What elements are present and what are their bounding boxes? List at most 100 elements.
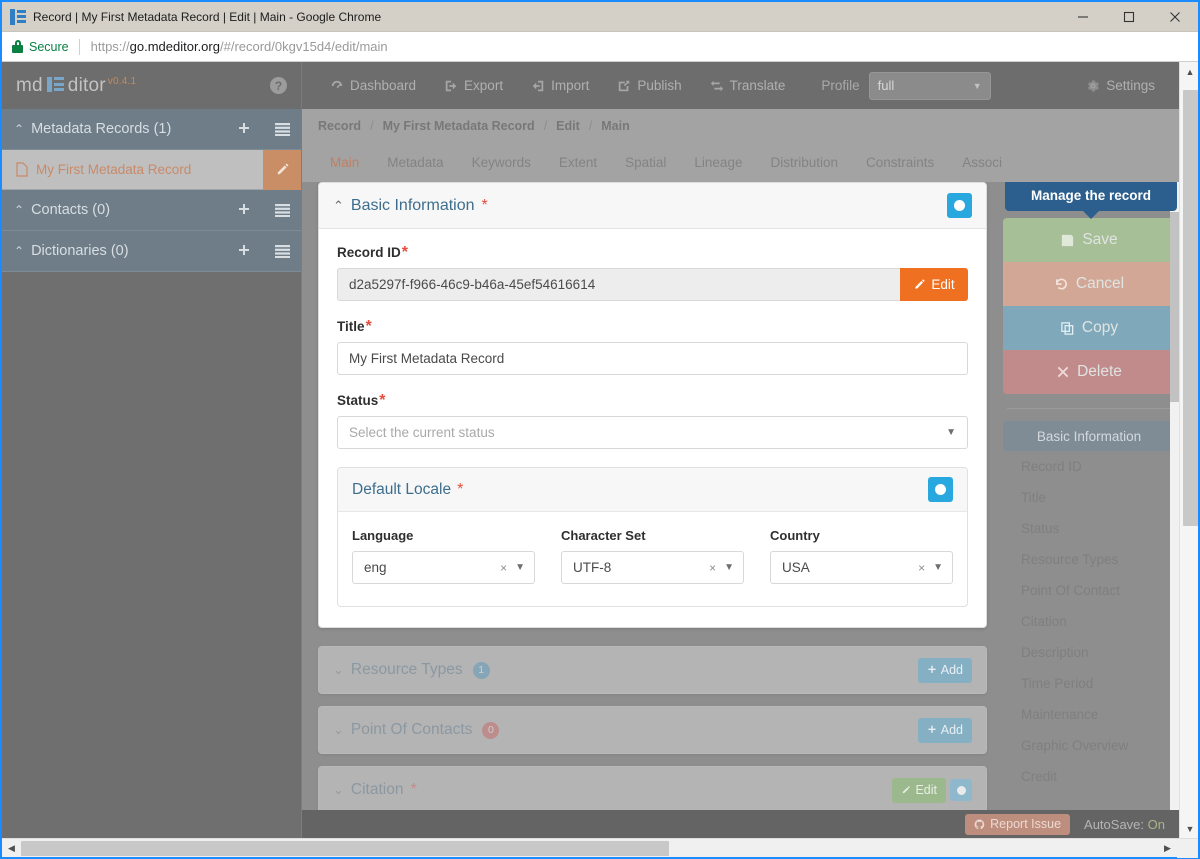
profile-select[interactable]: full ▼ [868,71,991,100]
section-title: ⌄ Point Of Contacts 0 [333,721,500,739]
language-select[interactable]: eng × ▼ [352,551,535,584]
sidebar-group-dictionaries[interactable]: ⌃ Dictionaries (0) [2,231,301,272]
vertical-scrollbar-thumb[interactable] [1183,90,1198,526]
tab-associated[interactable]: Associ [948,155,1016,170]
x-icon[interactable]: × [918,561,933,575]
basic-information-header[interactable]: ⌃ Basic Information * [319,183,986,229]
menu-item-settings[interactable]: Settings [1072,78,1169,93]
menu-item-export[interactable]: Export [430,78,517,93]
scroll-down-arrow[interactable]: ▼ [1180,819,1198,838]
minimize-button[interactable] [1060,2,1106,32]
url-text[interactable]: https://go.mdeditor.org/#/record/0kgv15d… [91,39,388,54]
tab-distribution[interactable]: Distribution [756,155,852,170]
edit-citation-button[interactable]: Edit [892,777,946,803]
horizontal-scrollbar-thumb[interactable] [21,841,669,856]
security-label: Secure [29,39,69,54]
copy-button[interactable]: Copy [1003,306,1175,350]
tab-keywords[interactable]: Keywords [458,155,545,170]
country-select[interactable]: USA × ▼ [770,551,953,584]
nav-item-description[interactable]: Description [1003,637,1175,668]
menu-item-label: Translate [729,78,786,93]
chevron-down-icon[interactable]: ⌄ [333,662,344,678]
nav-item-credit[interactable]: Credit [1003,761,1175,792]
sidebar-group-label: Dictionaries (0) [31,243,129,259]
breadcrumb-item[interactable]: Record [318,119,361,133]
plus-icon[interactable] [225,190,263,231]
plus-icon[interactable] [225,231,263,272]
sidebar-group-metadata-records[interactable]: ⌃ Metadata Records (1) [2,109,301,150]
nav-item-record-id[interactable]: Record ID [1003,451,1175,482]
chevron-down-icon[interactable]: ⌄ [333,722,344,738]
address-bar[interactable]: Secure https://go.mdeditor.org/#/record/… [2,32,1198,62]
breadcrumb-item[interactable]: Main [601,119,629,133]
radio-toggle-icon[interactable] [950,779,972,801]
tab-main[interactable]: Main [316,155,373,170]
menu-item-import[interactable]: Import [517,78,603,93]
x-icon[interactable]: × [709,561,724,575]
tab-extent[interactable]: Extent [545,155,611,170]
close-button[interactable] [1152,2,1198,32]
scroll-up-arrow[interactable]: ▲ [1180,62,1198,81]
chevron-down-icon[interactable]: ⌄ [333,782,344,798]
inner-scrollbar-thumb[interactable] [1170,212,1179,402]
subpanel-title: Default Locale * [352,481,463,499]
scroll-right-arrow[interactable]: ▶ [1158,843,1177,854]
sidebar-group-contacts[interactable]: ⌃ Contacts (0) [2,190,301,231]
breadcrumb-item[interactable]: Edit [556,119,580,133]
add-point-of-contact-button[interactable]: Add [917,717,972,743]
nav-item-title[interactable]: Title [1003,482,1175,513]
section-citation[interactable]: ⌄ Citation * Edit [318,766,987,810]
plus-icon[interactable] [225,109,263,150]
chevron-up-icon[interactable]: ⌃ [333,198,344,214]
country-field-group: Country USA × ▼ [770,528,953,584]
x-icon[interactable]: × [500,561,515,575]
cancel-button[interactable]: Cancel [1003,262,1175,306]
list-icon[interactable] [263,231,301,272]
charset-select[interactable]: UTF-8 × ▼ [561,551,744,584]
title-input[interactable]: My First Metadata Record [337,342,968,375]
edit-button-label: Edit [931,277,955,292]
nav-item-graphic-overview[interactable]: Graphic Overview [1003,730,1175,761]
section-resource-types[interactable]: ⌄ Resource Types 1 Add [318,646,987,694]
nav-item-time-period[interactable]: Time Period [1003,668,1175,699]
section-title-label: Resource Types [350,661,463,678]
list-icon[interactable] [263,109,301,150]
nav-item-point-of-contact[interactable]: Point Of Contact [1003,575,1175,606]
inner-scrollbar[interactable] [1170,182,1179,810]
list-icon[interactable] [263,190,301,231]
page-vertical-scrollbar[interactable]: ▲ ▼ [1179,62,1198,838]
menu-item-translate[interactable]: Translate [696,78,800,93]
radio-toggle-icon[interactable] [947,193,972,218]
tab-spatial[interactable]: Spatial [611,155,680,170]
page-horizontal-scrollbar[interactable]: ◀ ▶ [2,838,1198,858]
nav-item-resource-types[interactable]: Resource Types [1003,544,1175,575]
nav-item-status[interactable]: Status [1003,513,1175,544]
question-mark-icon[interactable]: ? [270,77,287,94]
menu-item-dashboard[interactable]: Dashboard [316,78,430,93]
record-manage-column: Manage the record Save Cancel Copy Delet… [1003,182,1179,810]
nav-item-citation[interactable]: Citation [1003,606,1175,637]
tab-lineage[interactable]: Lineage [680,155,756,170]
radio-toggle-icon[interactable] [928,477,953,502]
tab-constraints[interactable]: Constraints [852,155,948,170]
status-select[interactable]: Select the current status ▼ [337,416,968,449]
maximize-button[interactable] [1106,2,1152,32]
default-locale-header[interactable]: Default Locale * [338,468,967,512]
record-id-edit-button[interactable]: Edit [900,268,968,301]
sidebar-record-item[interactable]: My First Metadata Record [2,149,301,190]
section-point-of-contacts[interactable]: ⌄ Point Of Contacts 0 Add [318,706,987,754]
report-issue-button[interactable]: Report Issue [965,813,1071,835]
tab-metadata[interactable]: Metadata [373,155,457,170]
language-field-group: Language eng × ▼ [352,528,535,584]
breadcrumb-item[interactable]: My First Metadata Record [383,119,535,133]
save-button[interactable]: Save [1003,218,1175,262]
version-label: v0.4.1 [107,75,137,87]
delete-button[interactable]: Delete [1003,350,1175,394]
pencil-icon[interactable] [263,149,301,190]
nav-item-maintenance[interactable]: Maintenance [1003,699,1175,730]
add-resource-type-button[interactable]: Add [917,657,972,683]
app-logo[interactable]: md ditor v0.4.1 [16,75,136,97]
menu-item-publish[interactable]: Publish [603,78,695,93]
scroll-left-arrow[interactable]: ◀ [2,843,21,854]
nav-item-basic-information[interactable]: Basic Information [1003,421,1175,451]
